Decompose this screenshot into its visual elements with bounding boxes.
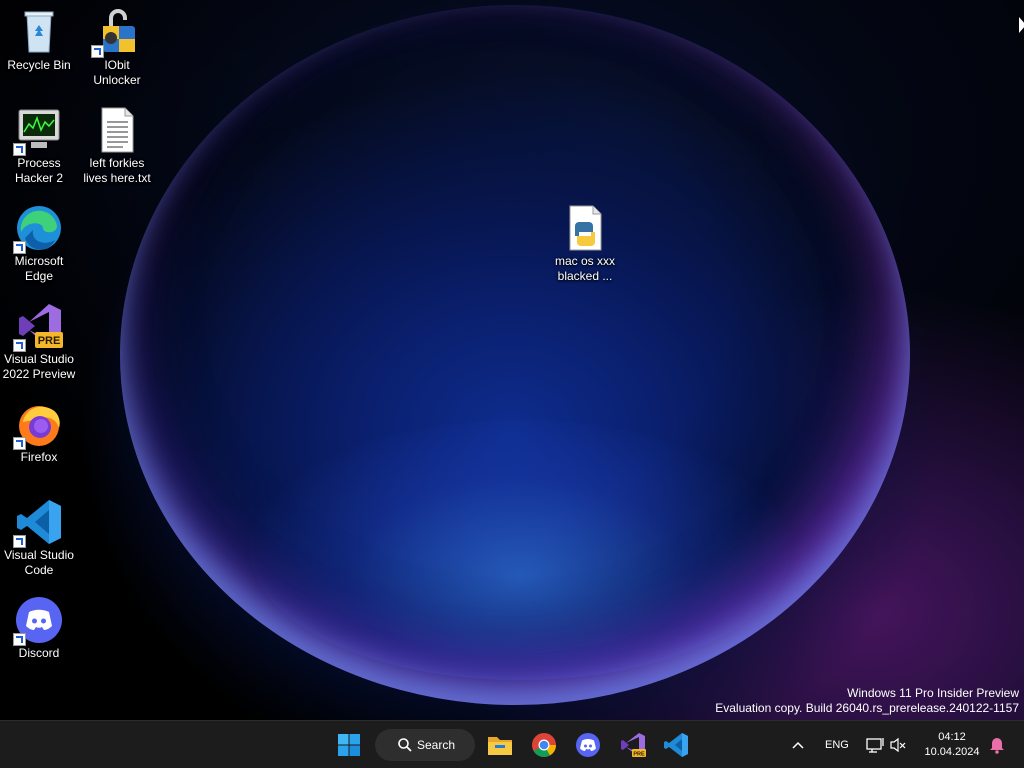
shortcut-arrow-icon	[13, 339, 26, 352]
desktop-icon-iobit-unlocker[interactable]: IObit Unlocker	[78, 8, 156, 88]
watermark-edition: Windows 11 Pro Insider Preview	[847, 686, 1019, 700]
desktop-icon-firefox[interactable]: Firefox	[0, 400, 78, 465]
search-label: Search	[417, 738, 456, 752]
desktop-icon-discord[interactable]: Discord	[0, 596, 78, 661]
vscode-icon	[664, 733, 688, 757]
wallpaper-glow	[250, 420, 790, 680]
start-button[interactable]	[332, 728, 366, 762]
iobit-unlocker-icon	[91, 8, 141, 58]
start-icon	[338, 734, 360, 756]
taskbar-discord[interactable]	[571, 728, 605, 762]
desktop-icon-label: Visual Studio 2022 Preview	[2, 352, 76, 381]
process-hacker-icon	[13, 106, 63, 156]
desktop-icon-label: Microsoft Edge	[14, 254, 64, 283]
chevron-up-icon	[792, 741, 804, 749]
text-file-icon	[93, 106, 141, 154]
desktop-icon-label: Discord	[18, 646, 60, 660]
clock-time: 04:12	[938, 731, 966, 743]
desktop-icon-label: left forkies lives here.txt	[83, 156, 151, 185]
visual-studio-preview-icon: PRE	[621, 733, 646, 758]
shortcut-arrow-icon	[13, 633, 26, 646]
svg-text:PRE: PRE	[633, 752, 645, 758]
desktop-icon-process-hacker[interactable]: Process Hacker 2	[0, 106, 78, 186]
file-explorer-icon	[488, 737, 512, 755]
desktop-icon-recycle-bin[interactable]: Recycle Bin	[0, 8, 78, 73]
wallpaper-orb	[120, 5, 910, 705]
discord-icon	[576, 733, 600, 757]
chrome-icon	[532, 733, 556, 758]
taskbar-file-explorer[interactable]	[483, 728, 517, 762]
taskbar: Search PRE ENG 04:12 10.04.2024	[0, 720, 1024, 768]
visual-studio-preview-icon: PRE	[13, 302, 63, 352]
desktop-icon-label: IObit Unlocker	[93, 58, 141, 87]
taskbar-vscode[interactable]	[659, 728, 693, 762]
edge-icon	[13, 204, 63, 254]
shortcut-arrow-icon	[13, 241, 26, 254]
watermark-build: Evaluation copy. Build 26040.rs_prerelea…	[715, 701, 1019, 715]
shortcut-arrow-icon	[13, 437, 26, 450]
network-volume-button[interactable]	[862, 728, 910, 762]
desktop-icon-label: Process Hacker 2	[14, 156, 64, 185]
network-icon	[866, 738, 884, 753]
mouse-cursor-icon	[1019, 17, 1024, 33]
recycle-bin-icon	[15, 8, 63, 56]
input-language-indicator[interactable]: ENG	[825, 739, 849, 751]
desktop-icon-visual-studio-preview[interactable]: PRE Visual Studio 2022 Preview	[0, 302, 78, 382]
taskbar-clock[interactable]: 04:12 10.04.2024	[920, 730, 984, 760]
taskbar-search-button[interactable]: Search	[375, 729, 475, 761]
desktop-icon-label: Visual Studio Code	[4, 548, 74, 577]
taskbar-chrome[interactable]	[527, 728, 561, 762]
show-hidden-icons-button[interactable]	[783, 728, 813, 762]
windows-evaluation-watermark: Windows 11 Pro Insider Preview Evaluatio…	[715, 686, 1019, 716]
search-icon	[398, 738, 412, 752]
taskbar-visual-studio-preview[interactable]: PRE	[615, 728, 649, 762]
desktop-icon-text-file[interactable]: left forkies lives here.txt	[78, 106, 156, 186]
desktop-icon-label: Firefox	[20, 450, 58, 464]
desktop-icon-label: mac os xxx blacked ...	[554, 254, 615, 283]
desktop-icon-microsoft-edge[interactable]: Microsoft Edge	[0, 204, 78, 284]
vscode-icon	[13, 498, 63, 548]
svg-text:PRE: PRE	[38, 335, 61, 347]
notification-center-button[interactable]	[984, 728, 1010, 762]
volume-muted-icon	[890, 737, 906, 753]
notification-bell-icon	[990, 738, 1004, 754]
firefox-icon	[13, 400, 63, 450]
shortcut-arrow-icon	[13, 535, 26, 548]
shortcut-arrow-icon	[91, 45, 104, 58]
clock-date: 10.04.2024	[924, 746, 980, 758]
desktop-icon-python-file[interactable]: mac os xxx blacked ...	[546, 204, 624, 284]
discord-icon	[13, 596, 63, 646]
python-file-icon	[561, 204, 609, 252]
desktop-icon-label: Recycle Bin	[7, 58, 71, 72]
desktop-icon-vscode[interactable]: Visual Studio Code	[0, 498, 78, 578]
shortcut-arrow-icon	[13, 143, 26, 156]
